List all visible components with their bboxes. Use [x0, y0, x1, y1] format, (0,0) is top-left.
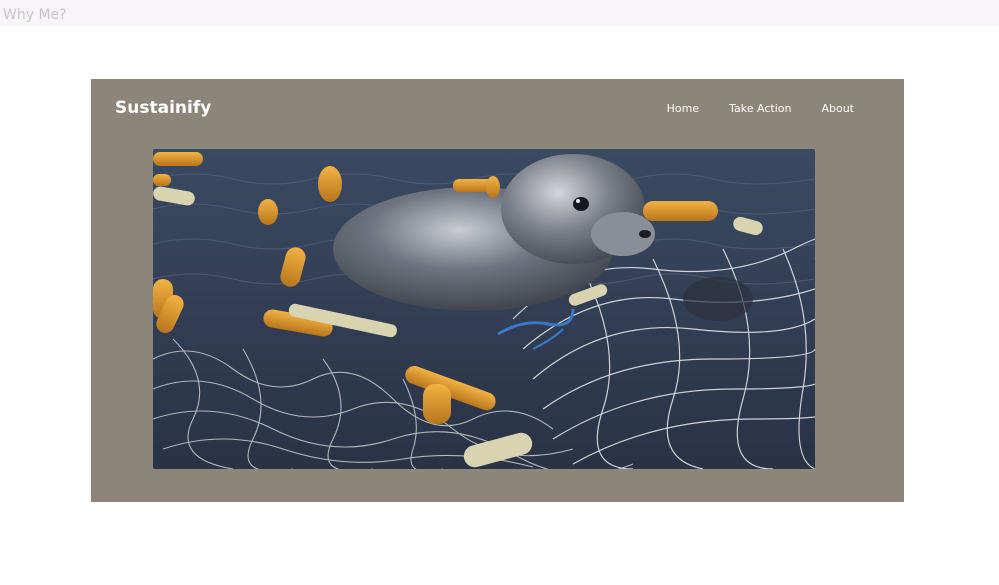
nav-home[interactable]: Home — [667, 102, 699, 115]
hero-photo — [153, 149, 815, 469]
nav-about[interactable]: About — [821, 102, 854, 115]
hero-section: Sustainify Home Take Action About — [91, 79, 904, 502]
seal-photo-icon — [153, 149, 815, 469]
top-bar: Why Me? — [0, 0, 999, 26]
nav-take-action[interactable]: Take Action — [729, 102, 791, 115]
brand-logo[interactable]: Sustainify — [115, 98, 211, 118]
page-heading: Why Me? — [3, 7, 67, 23]
main-nav: Home Take Action About — [667, 102, 854, 115]
